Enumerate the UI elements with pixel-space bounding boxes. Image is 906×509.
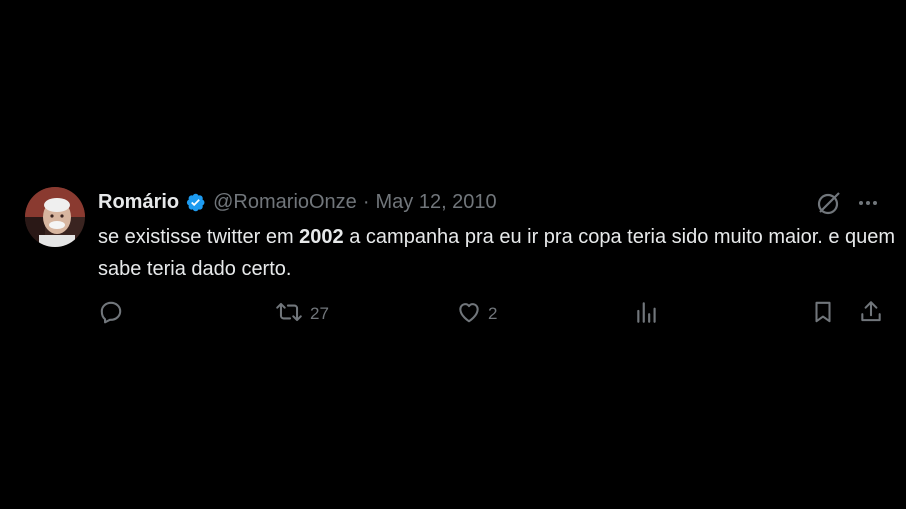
like-count: 2 — [488, 304, 498, 323]
avatar-image — [25, 187, 85, 247]
author-handle[interactable]: @RomarioOnze — [213, 191, 357, 214]
bookmark-icon — [810, 299, 836, 330]
views-button[interactable] — [634, 300, 666, 328]
bookmark-button[interactable] — [810, 300, 836, 328]
like-button[interactable]: 2 — [456, 300, 497, 328]
author-name[interactable]: Romário — [98, 191, 179, 214]
reply-button[interactable] — [98, 300, 130, 328]
reply-icon — [98, 299, 124, 330]
like-icon — [456, 299, 482, 330]
tweet-actions: 27 2 — [98, 300, 888, 328]
grok-icon[interactable] — [815, 189, 843, 217]
retweet-button[interactable]: 27 — [274, 300, 329, 328]
views-icon — [634, 299, 660, 330]
share-button[interactable] — [858, 300, 884, 328]
share-icon — [858, 299, 884, 330]
avatar[interactable] — [25, 187, 85, 247]
more-icon[interactable] — [857, 192, 879, 214]
tweet-text: se existisse twitter em 2002 a campanha … — [98, 221, 898, 285]
retweet-count: 27 — [310, 304, 329, 323]
separator-dot: · — [362, 190, 370, 213]
tweet-text-part1: se existisse twitter em — [98, 226, 300, 248]
retweet-icon — [274, 299, 304, 330]
tweet-top-actions — [815, 189, 879, 217]
tweet-date[interactable]: May 12, 2010 — [375, 191, 496, 214]
verified-badge-icon — [185, 192, 206, 213]
tweet-text-year: 2002 — [299, 226, 344, 248]
tweet-card[interactable]: Romário @RomarioOnze · May 12, 2010 se e… — [0, 0, 906, 509]
tweet-header: Romário @RomarioOnze · May 12, 2010 — [98, 188, 497, 216]
